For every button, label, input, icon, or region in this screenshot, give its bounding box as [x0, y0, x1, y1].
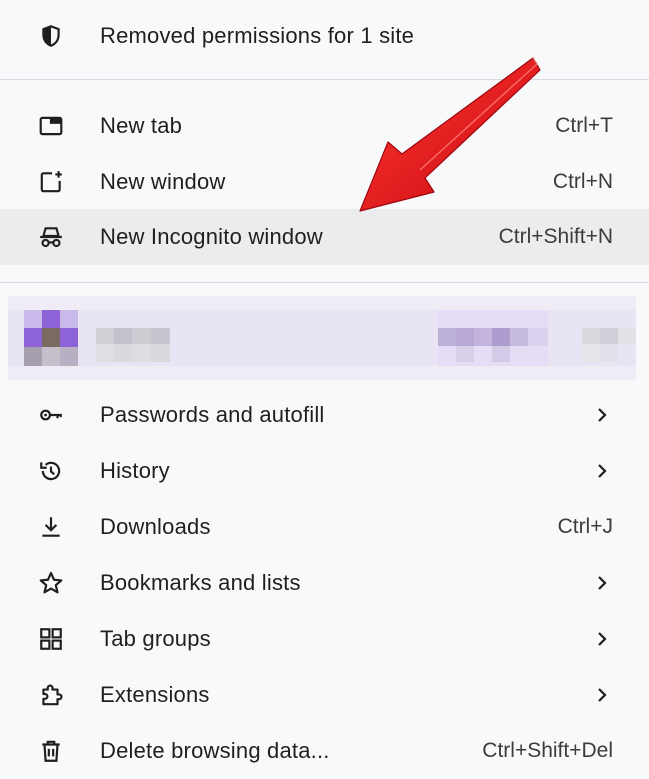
tab-groups-label: Tab groups — [100, 626, 211, 651]
new-tab-label: New tab — [100, 113, 183, 138]
new-tab-shortcut: Ctrl+T — [555, 114, 613, 137]
extensions-item[interactable]: Extensions — [0, 667, 649, 723]
downloads-label: Downloads — [100, 514, 211, 539]
chevron-right-icon — [595, 629, 609, 649]
extensions-label: Extensions — [100, 682, 210, 707]
passwords-and-autofill-label: Passwords and autofill — [100, 402, 325, 427]
tab-groups-icon — [34, 622, 68, 656]
menu-divider — [0, 79, 649, 80]
bookmarks-and-lists-item[interactable]: Bookmarks and lists — [0, 555, 649, 611]
new-tab-icon — [34, 109, 68, 143]
downloads-item[interactable]: Downloads Ctrl+J — [0, 499, 649, 555]
trash-icon — [34, 734, 68, 768]
passwords-and-autofill-item[interactable]: Passwords and autofill — [0, 387, 649, 443]
downloads-shortcut: Ctrl+J — [557, 515, 613, 538]
shield-icon — [34, 19, 68, 53]
new-window-label: New window — [100, 169, 226, 194]
chevron-right-icon — [595, 685, 609, 705]
history-label: History — [100, 458, 170, 483]
new-window-icon — [34, 165, 68, 199]
chevron-right-icon — [595, 405, 609, 425]
browser-main-menu: Removed permissions for 1 site New tab C… — [0, 0, 649, 771]
new-incognito-window-label: New Incognito window — [100, 224, 323, 249]
history-item[interactable]: History — [0, 443, 649, 499]
incognito-icon — [34, 220, 68, 254]
pixelated-name — [96, 328, 170, 364]
history-icon — [34, 454, 68, 488]
avatar — [24, 310, 78, 366]
delete-browsing-data-label: Delete browsing data... — [100, 738, 330, 763]
download-icon — [34, 510, 68, 544]
removed-permissions-item[interactable]: Removed permissions for 1 site — [0, 8, 649, 64]
menu-divider — [0, 282, 649, 283]
star-icon — [34, 566, 68, 600]
new-window-shortcut: Ctrl+N — [552, 170, 613, 193]
tab-groups-item[interactable]: Tab groups — [0, 611, 649, 667]
new-window-item[interactable]: New window Ctrl+N — [0, 154, 649, 210]
new-incognito-window-shortcut: Ctrl+Shift+N — [498, 225, 613, 248]
key-icon — [34, 398, 68, 432]
new-tab-item[interactable]: New tab Ctrl+T — [0, 98, 649, 154]
bookmarks-and-lists-label: Bookmarks and lists — [100, 570, 301, 595]
puzzle-icon — [34, 678, 68, 712]
pixelated-badge — [438, 310, 548, 366]
chevron-right-icon — [595, 461, 609, 481]
profile-row-redacted[interactable] — [8, 296, 636, 380]
new-incognito-window-item[interactable]: New Incognito window Ctrl+Shift+N — [0, 209, 649, 265]
delete-browsing-data-shortcut: Ctrl+Shift+Del — [482, 739, 613, 762]
removed-permissions-label: Removed permissions for 1 site — [100, 23, 415, 48]
chevron-right-icon — [595, 573, 609, 593]
pixelated-right — [582, 328, 636, 364]
